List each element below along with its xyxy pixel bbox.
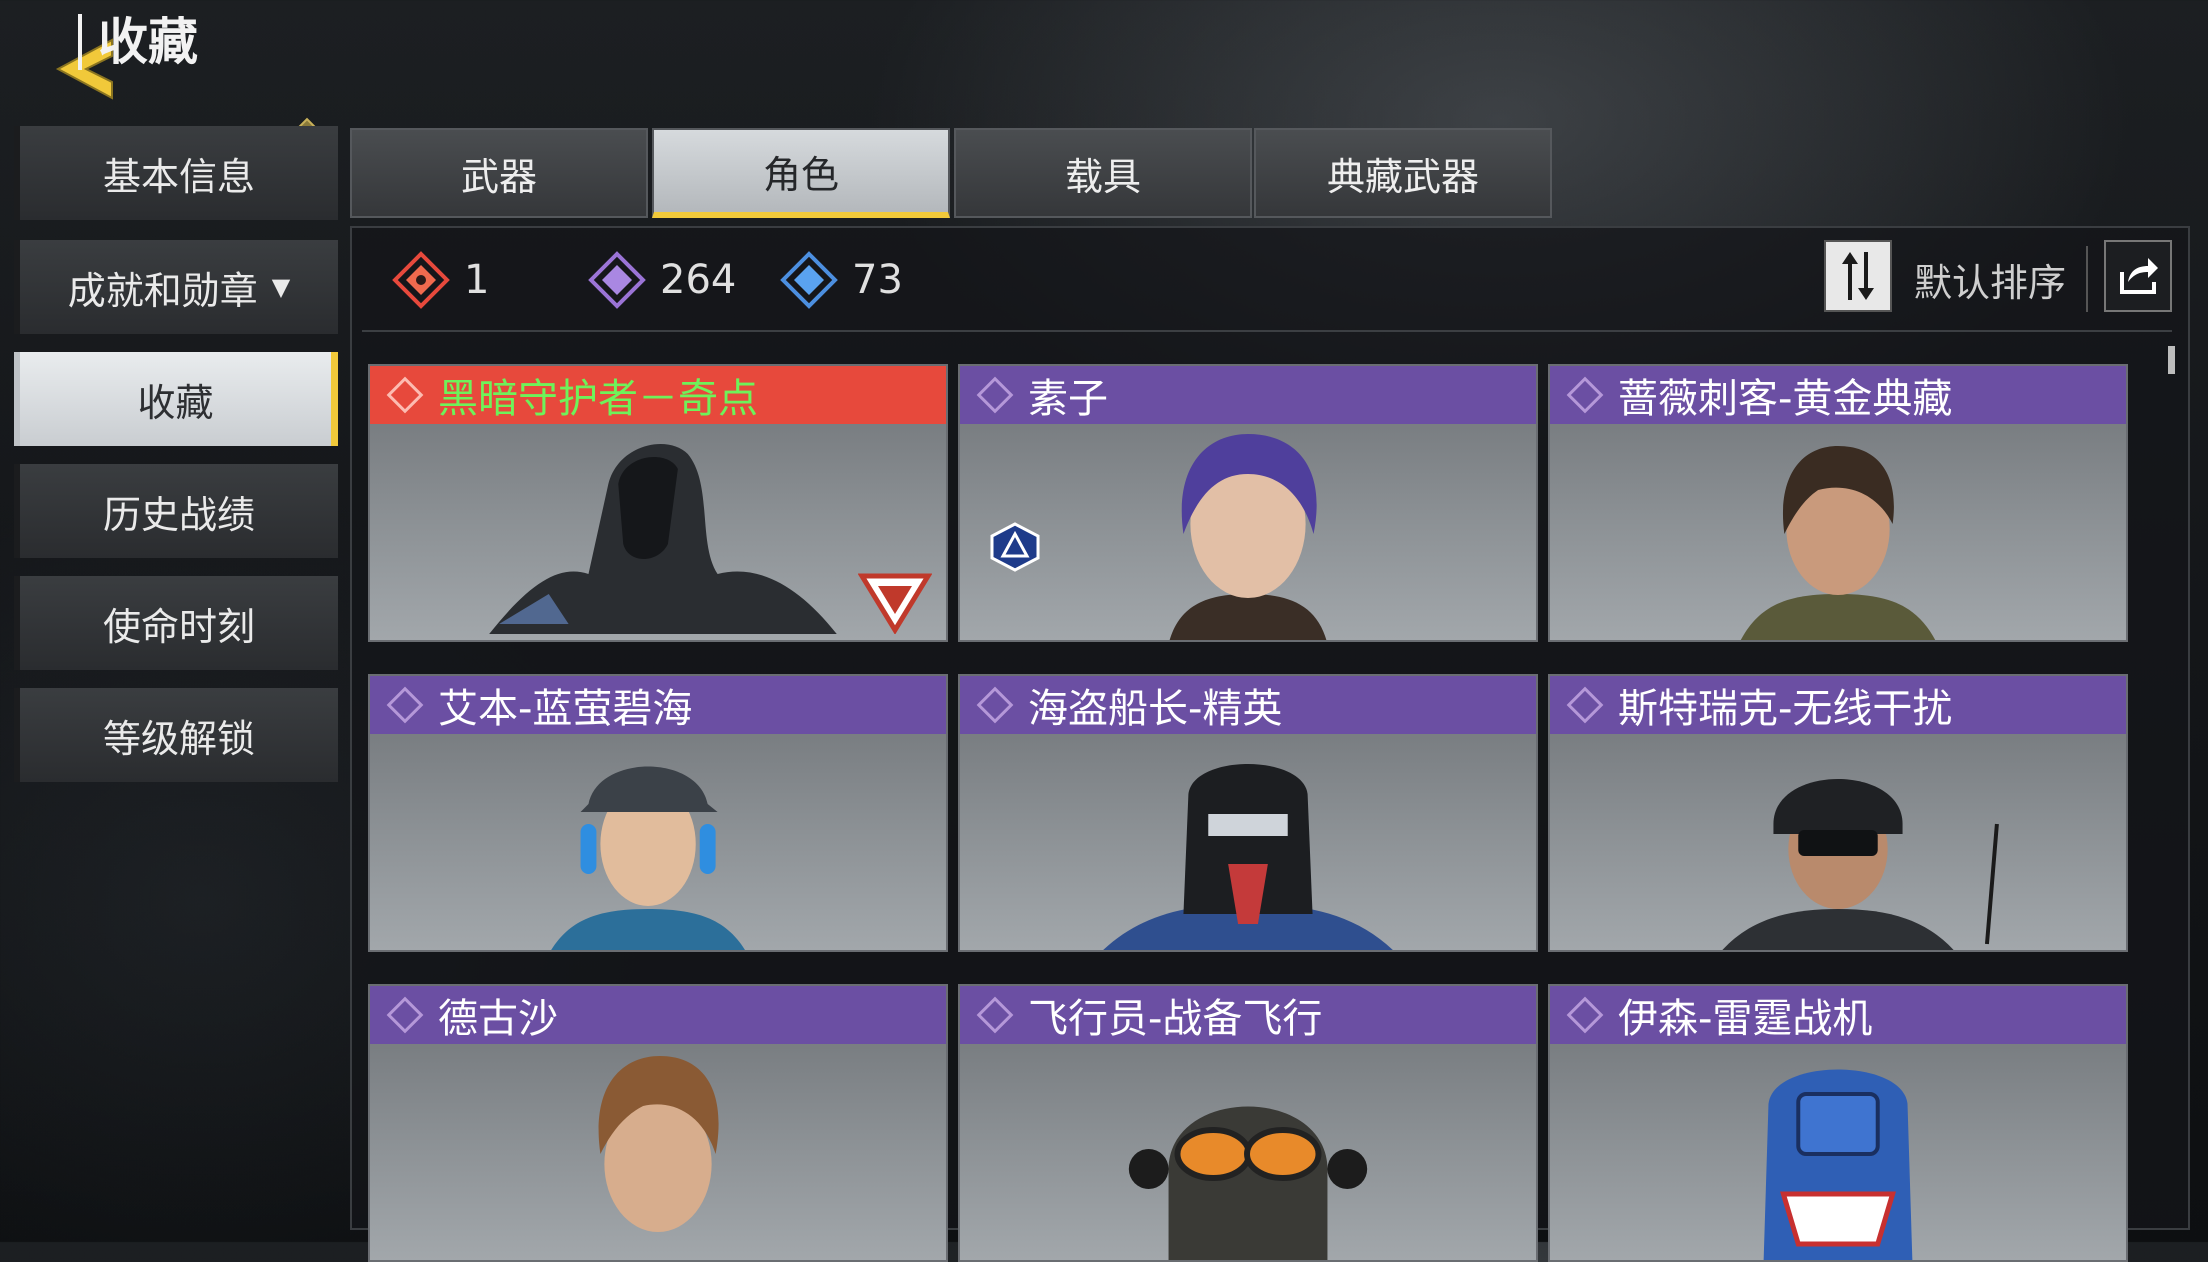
sidebar-item-achievements[interactable]: 成就和勋章 ▼ bbox=[14, 240, 338, 334]
character-portrait bbox=[598, 1056, 719, 1232]
card-header: 黑暗守护者－奇点 bbox=[370, 366, 946, 424]
character-portrait bbox=[1740, 446, 1936, 640]
legendary-rarity-icon bbox=[386, 376, 424, 414]
epic-rarity-icon bbox=[1566, 996, 1604, 1034]
sort-toggle-button[interactable] bbox=[1824, 240, 1892, 312]
sidebar-item-collection[interactable]: 收藏 bbox=[14, 352, 338, 446]
character-card[interactable]: 海盗船长-精英 bbox=[958, 674, 1538, 952]
faction-badge-icon bbox=[858, 573, 932, 634]
card-header: 蔷薇刺客-黄金典藏 bbox=[1550, 366, 2126, 424]
tab-characters[interactable]: 角色 bbox=[652, 128, 950, 218]
character-card[interactable]: 蔷薇刺客-黄金典藏 bbox=[1548, 364, 2128, 642]
sidebar-item-label: 收藏 bbox=[137, 380, 214, 425]
character-portrait bbox=[1128, 1106, 1368, 1260]
epic-count-value: 264 bbox=[660, 257, 737, 303]
character-portrait bbox=[1763, 1069, 1913, 1260]
character-card[interactable]: 飞行员-战备飞行 bbox=[958, 984, 1538, 1262]
epic-rarity-icon bbox=[588, 251, 646, 309]
toolbar-divider bbox=[2086, 246, 2088, 312]
sidebar-item-history[interactable]: 历史战绩 bbox=[14, 464, 338, 558]
share-icon bbox=[2120, 258, 2158, 294]
tab-label: 角色 bbox=[762, 152, 839, 197]
character-card[interactable]: 斯特瑞克-无线干扰 bbox=[1548, 674, 2128, 952]
tab-label: 典藏武器 bbox=[1326, 154, 1479, 199]
character-portrait bbox=[1169, 434, 1327, 640]
character-card[interactable]: 伊森-雷霆战机 bbox=[1548, 984, 2128, 1262]
sidebar-item-label: 使命时刻 bbox=[102, 604, 255, 649]
character-portrait bbox=[1722, 779, 1999, 950]
epic-rarity-icon bbox=[1566, 376, 1604, 414]
epic-rarity-icon bbox=[386, 996, 424, 1034]
rare-count-value: 73 bbox=[852, 257, 903, 303]
legendary-count: 1 bbox=[392, 248, 489, 312]
sidebar-item-label: 等级解锁 bbox=[102, 716, 255, 761]
character-card[interactable]: 艾本-蓝萤碧海 bbox=[368, 674, 948, 952]
epic-rarity-icon bbox=[976, 376, 1014, 414]
page-title: 收藏 bbox=[78, 14, 198, 70]
legendary-count-value: 1 bbox=[464, 257, 490, 303]
stats-divider bbox=[362, 330, 2172, 332]
epic-rarity-icon bbox=[386, 686, 424, 724]
rare-count: 73 bbox=[780, 248, 903, 312]
sort-arrows-icon bbox=[1842, 252, 1874, 300]
sidebar-item-label: 成就和勋章 bbox=[67, 268, 258, 313]
card-header: 素子 bbox=[960, 366, 1536, 424]
card-header: 艾本-蓝萤碧海 bbox=[370, 676, 946, 734]
card-title: 蔷薇刺客-黄金典藏 bbox=[1618, 376, 1953, 422]
character-card[interactable]: 素子 bbox=[958, 364, 1538, 642]
card-title: 德古沙 bbox=[438, 996, 558, 1042]
list-scrollbar[interactable] bbox=[2168, 346, 2175, 374]
sidebar-item-level-unlock[interactable]: 等级解锁 bbox=[14, 688, 338, 782]
epic-rarity-icon bbox=[976, 996, 1014, 1034]
character-portrait bbox=[551, 766, 745, 950]
sidebar-item-basic-info[interactable]: 基本信息 bbox=[14, 126, 338, 220]
card-header: 德古沙 bbox=[370, 986, 946, 1044]
epic-rarity-icon bbox=[976, 686, 1014, 724]
tab-label: 载具 bbox=[1064, 154, 1141, 199]
card-title: 黑暗守护者－奇点 bbox=[438, 376, 758, 422]
tab-vehicles[interactable]: 载具 bbox=[954, 128, 1252, 218]
card-header: 飞行员-战备飞行 bbox=[960, 986, 1536, 1044]
sort-mode-label[interactable]: 默认排序 bbox=[1914, 252, 2066, 307]
epic-rarity-icon bbox=[1566, 686, 1604, 724]
tab-weapons[interactable]: 武器 bbox=[350, 128, 648, 218]
card-title: 素子 bbox=[1028, 376, 1108, 422]
sidebar-item-label: 历史战绩 bbox=[102, 492, 255, 537]
tab-label: 武器 bbox=[460, 154, 537, 199]
character-card[interactable]: 德古沙 bbox=[368, 984, 948, 1262]
card-title: 艾本-蓝萤碧海 bbox=[438, 686, 693, 732]
card-title: 飞行员-战备飞行 bbox=[1028, 996, 1323, 1042]
share-button[interactable] bbox=[2104, 240, 2172, 312]
character-portrait bbox=[1103, 764, 1393, 950]
tab-collector-weapons[interactable]: 典藏武器 bbox=[1254, 128, 1552, 218]
card-header: 海盗船长-精英 bbox=[960, 676, 1536, 734]
rare-rarity-icon bbox=[780, 251, 838, 309]
legendary-rarity-icon bbox=[392, 251, 450, 309]
card-header: 斯特瑞克-无线干扰 bbox=[1550, 676, 2126, 734]
card-header: 伊森-雷霆战机 bbox=[1550, 986, 2126, 1044]
card-title: 海盗船长-精英 bbox=[1028, 686, 1283, 732]
sidebar-item-moments[interactable]: 使命时刻 bbox=[14, 576, 338, 670]
character-card[interactable]: 黑暗守护者－奇点 bbox=[368, 364, 948, 642]
epic-count: 264 bbox=[588, 248, 736, 312]
caret-down-icon: ▼ bbox=[271, 273, 291, 301]
faction-badge-icon bbox=[990, 522, 1040, 572]
card-title: 斯特瑞克-无线干扰 bbox=[1618, 686, 1953, 732]
sidebar-item-label: 基本信息 bbox=[102, 154, 255, 199]
card-title: 伊森-雷霆战机 bbox=[1618, 996, 1873, 1042]
